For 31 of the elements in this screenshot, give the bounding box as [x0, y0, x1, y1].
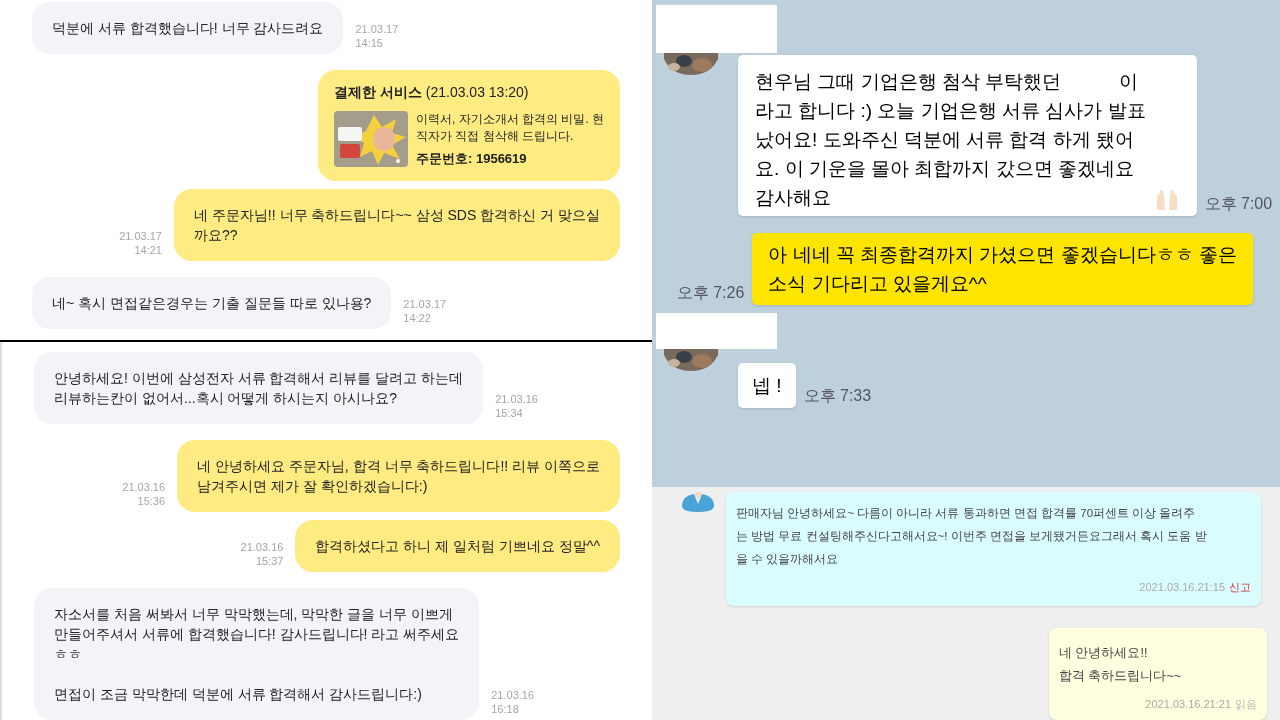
timestamp: 2021.03.16.21:15	[1139, 580, 1225, 595]
message-text: 자소서를 처음 써봐서 너무 막막했는데, 막막한 글을 너무 이쁘게 만들어주셔서 서류에 합격했습니다! 감사드립니다! 라고 써주세요 ㅎㅎ	[54, 605, 460, 664]
timestamp: 오후 7:00	[1204, 194, 1273, 214]
message-text: 네 안녕하세요 주문자님, 합격 너무 축하드립니다!! 리뷰 이쪽으로 남겨주시면 제가 잘 확인하겠습니다:)	[197, 457, 600, 496]
timestamp: 21.03.16 15:34	[495, 392, 538, 420]
timestamp: 21.03.16 15:37	[240, 540, 284, 568]
person-icon	[682, 492, 714, 512]
message-text: 안녕하세요! 이번에 삼성전자 서류 합격해서 리뷰를 달려고 하는데 리뷰하는칸이 없어서...혹시 어떻게 하시는지 아시나요?	[54, 369, 464, 408]
message-text: 합격하셨다고 하니 제 일처럼 기쁘네요 정말^^	[315, 537, 600, 556]
timestamp: 21.03.16 16:18	[491, 688, 535, 716]
message-text: 이력서, 자기소개서 합격의 비밀. 현 직자가 직접 첨삭해 드립니다.	[416, 111, 604, 145]
timestamp: 21.03.17 14:21	[119, 228, 162, 257]
message-text: 현우님 그때 기업은행 첨삭 부탁했던 이 라고 합니다 :) 오늘 기업은행 서류 심사가 발표 났어요! 도와주신 덕분에 서류 합격 하게 됐어 요. 이 기운을 몰아 최합까지 갔으면 좋겠네요 감사해요	[755, 70, 1146, 210]
message-text: 네 주문자님!! 너무 축하드립니다~~ 삼성 SDS 합격하신 거 맞으실 까요??	[193, 205, 600, 245]
read-status: 읽음	[1235, 696, 1257, 712]
order-title: 결제한 서비스 (21.03.03 13:20)	[334, 83, 530, 102]
timestamp: 오후 7:26	[676, 283, 745, 303]
timestamp: 오후 7:33	[803, 386, 872, 406]
message-text: 네~ 혹시 면접같은경우는 기출 질문들 따로 있나용?	[52, 293, 372, 313]
message-text: 판매자님 안녕하세요~ 다름이 아니라 서류 통과하면 면접 합격률 70퍼센트 이상 올려주 는 방법 무료 컨설팅해주신다고해서요~! 이번주 면접을 보게됐거든요그래서 혹시 도움 받 을 수 있을까해서요	[736, 506, 1208, 567]
timestamp: 21.03.17 14:22	[403, 296, 447, 325]
order-number: 주문번호: 1956619	[416, 150, 528, 168]
message-text: 네 안녕하세요!! 합격 축하드립니다~~	[1059, 644, 1183, 685]
timestamp: 2021.03.16.21:21	[1145, 696, 1231, 712]
message-text: 덕분에 서류 합격했습니다! 너무 감사드려요	[52, 19, 324, 38]
report-link[interactable]: 신고	[1229, 579, 1251, 596]
message-text: 면접이 조금 막막한데 덕분에 서류 합격해서 감사드립니다:)	[54, 685, 423, 704]
timestamp: 21.03.16 15:36	[122, 480, 166, 508]
timestamp: 21.03.17 14:15	[355, 22, 399, 50]
message-text: 아 네네 꼭 최종합격까지 가셨으면 좋겠습니다ㅎㅎ 좋은 소식 기다리고 있을게요^^	[768, 243, 1237, 296]
message-text: 넵 !	[752, 374, 782, 398]
